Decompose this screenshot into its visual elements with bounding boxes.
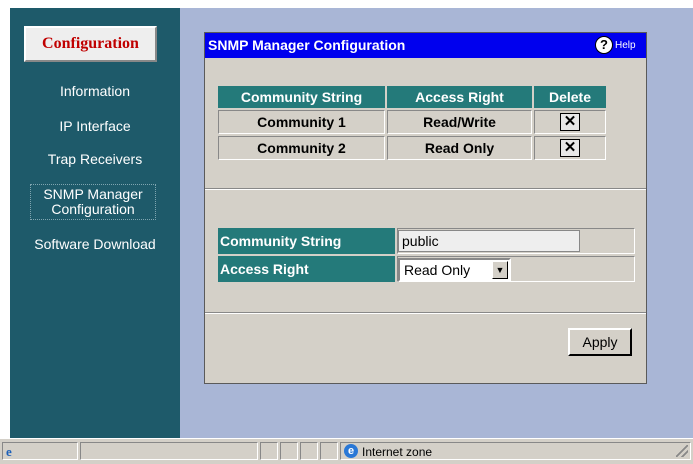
table-header-row: Community String Access Right Delete bbox=[218, 86, 606, 108]
column-header: Community String bbox=[218, 86, 385, 108]
page-title: SNMP Manager Configuration bbox=[208, 37, 406, 53]
sidebar-item-label: SNMP Manager bbox=[43, 186, 143, 202]
community-string-input[interactable]: public bbox=[398, 230, 580, 252]
panel-title-bar: SNMP Manager Configuration ? Help bbox=[205, 33, 646, 58]
resize-grip-icon[interactable] bbox=[676, 445, 688, 457]
access-right-select[interactable]: Read Only ▼ bbox=[398, 258, 511, 282]
zone-label: Internet zone bbox=[362, 445, 433, 459]
status-segment-zone: e Internet zone bbox=[340, 442, 691, 460]
sidebar-item-label: Configuration bbox=[51, 201, 135, 217]
chevron-down-icon[interactable]: ▼ bbox=[492, 261, 508, 279]
status-segment bbox=[320, 442, 338, 460]
status-bar: e e Internet zone bbox=[0, 438, 693, 464]
access-right-label: Access Right bbox=[218, 256, 395, 282]
delete-icon[interactable]: ✕ bbox=[560, 139, 580, 157]
section-divider bbox=[205, 188, 646, 190]
sidebar-item-information[interactable]: Information bbox=[10, 84, 180, 99]
sidebar-item-software-download[interactable]: Software Download bbox=[10, 237, 180, 252]
page-icon: e bbox=[6, 444, 12, 459]
column-header: Access Right bbox=[387, 86, 532, 108]
sidebar-item-snmp-manager[interactable]: SNMP Manager Configuration bbox=[30, 184, 156, 220]
configuration-button[interactable]: Configuration bbox=[24, 26, 157, 62]
window-left-edge bbox=[0, 8, 10, 438]
access-right-value: Read Only bbox=[404, 262, 471, 278]
internet-zone-icon: e bbox=[344, 444, 358, 458]
community-cell: Community 1 bbox=[218, 110, 385, 134]
status-segment bbox=[300, 442, 318, 460]
status-segment bbox=[280, 442, 298, 460]
help-link[interactable]: Help bbox=[615, 40, 636, 51]
column-header: Delete bbox=[534, 86, 606, 108]
status-segment-main: e bbox=[2, 442, 78, 460]
delete-icon[interactable]: ✕ bbox=[560, 113, 580, 131]
question-mark-icon[interactable]: ? bbox=[595, 36, 613, 54]
delete-cell: ✕ bbox=[534, 110, 606, 134]
apply-button[interactable]: Apply bbox=[568, 328, 632, 356]
sidebar-item-ip-interface[interactable]: IP Interface bbox=[10, 119, 180, 134]
table-row: Community 1 Read/Write ✕ bbox=[218, 110, 606, 134]
community-table: Community String Access Right Delete Com… bbox=[216, 84, 608, 162]
status-segment bbox=[80, 442, 258, 460]
configuration-label: Configuration bbox=[42, 35, 139, 52]
community-string-label: Community String bbox=[218, 228, 395, 254]
delete-cell: ✕ bbox=[534, 136, 606, 160]
window-top-strip bbox=[0, 0, 693, 8]
access-cell: Read/Write bbox=[387, 110, 532, 134]
status-segment bbox=[260, 442, 278, 460]
section-divider bbox=[205, 312, 646, 314]
sidebar-item-trap-receivers[interactable]: Trap Receivers bbox=[10, 152, 180, 167]
table-row: Community 2 Read Only ✕ bbox=[218, 136, 606, 160]
access-cell: Read Only bbox=[387, 136, 532, 160]
sidebar bbox=[10, 8, 180, 438]
community-cell: Community 2 bbox=[218, 136, 385, 160]
